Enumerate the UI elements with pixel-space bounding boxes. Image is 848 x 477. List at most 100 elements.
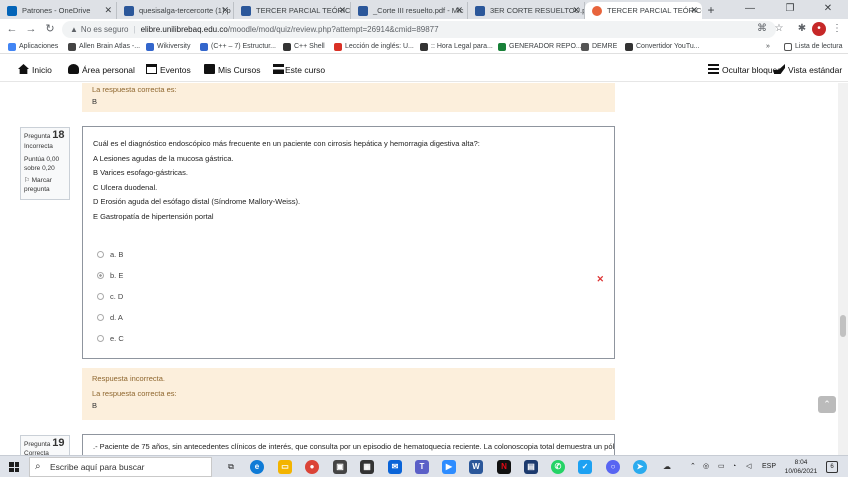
browser-tab-3[interactable]: TERCER PARCIAL TEÓRICO ✕ [234, 2, 351, 19]
telegram-icon[interactable]: ➤ [633, 460, 647, 474]
close-tab-icon[interactable]: ✕ [221, 2, 229, 19]
new-tab-button[interactable]: + [702, 2, 720, 19]
tab-strip: Patrones - OneDrive ✕ quesisalga-tercerco… [0, 0, 848, 19]
wifi-icon[interactable]: ◔ [732, 456, 736, 477]
close-tab-icon[interactable]: ✕ [455, 2, 463, 19]
tab-title: quesisalga-tercercorte (1).p [139, 6, 231, 15]
browser-tab-4[interactable]: _Corte III resuelto.pdf - Mic ✕ [351, 2, 468, 19]
answer-option-c[interactable]: c. D [97, 290, 123, 305]
back-icon[interactable]: ← [4, 21, 20, 37]
bookmark-wikiversity[interactable]: Wikiversity [146, 40, 190, 53]
radio-button[interactable] [97, 314, 104, 321]
answer-option-b-selected[interactable]: b. E [97, 269, 123, 284]
bookmark-cpp-shell[interactable]: C++ Shell [283, 40, 325, 53]
photos-icon[interactable]: ▤ [524, 460, 538, 474]
taskbar-clock[interactable]: 8:04 10/06/2021 [780, 458, 822, 476]
close-tab-icon[interactable]: ✕ [104, 2, 112, 19]
scroll-to-top-button[interactable]: ⌃ [818, 396, 836, 413]
bookmark-ingles[interactable]: Lección de inglés: U... [334, 40, 414, 53]
nav-my-courses[interactable]: Mis Cursos [204, 58, 261, 82]
menu-icon[interactable]: ⋮ [830, 22, 844, 36]
volume-icon[interactable]: ◁ [746, 456, 751, 477]
bookmark-generador[interactable]: GENERADOR REPO... [498, 40, 582, 53]
page-scrollbar[interactable] [838, 83, 848, 455]
nav-personal[interactable]: Área personal [68, 58, 135, 82]
bookmark-cpp[interactable]: (C++ – 7) Estructur... [200, 40, 276, 53]
answer-option-a[interactable]: a. B [97, 248, 123, 263]
language-indicator[interactable]: ESP [762, 456, 776, 477]
battery-icon[interactable]: ▭ [718, 456, 725, 477]
browser-tab-5[interactable]: 3ER CORTE RESUELTOU.pdf ✕ [468, 2, 585, 19]
onedrive-icon [7, 6, 17, 16]
chrome-icon[interactable]: ● [305, 460, 319, 474]
word-icon[interactable]: W [469, 460, 483, 474]
whatsapp-icon[interactable]: ✆ [551, 460, 565, 474]
network-icon[interactable]: ◎ [703, 456, 709, 477]
windows-start-icon[interactable] [9, 462, 19, 472]
nav-home[interactable]: Inicio [18, 58, 52, 82]
translate-icon[interactable]: ⌘ [755, 22, 769, 36]
calculator-icon[interactable]: ▦ [360, 460, 374, 474]
nav-this-course[interactable]: Este curso [273, 58, 325, 82]
close-window-button[interactable]: ✕ [808, 0, 848, 19]
globe-icon [625, 43, 633, 51]
twitter-icon[interactable]: ✓ [578, 460, 592, 474]
browser-tab-6-active[interactable]: TERCER PARCIAL TEÓRICO ✕ [585, 2, 702, 19]
close-tab-icon[interactable]: ✕ [572, 2, 580, 19]
reading-list-button[interactable]: Lista de lectura [784, 40, 842, 53]
bookmark-allen[interactable]: Allen Brain Atlas -... [68, 40, 140, 53]
bookmark-hora-legal[interactable]: :: Hora Legal para... [420, 40, 493, 53]
profile-avatar[interactable]: • [812, 22, 826, 36]
browser-tab-2[interactable]: quesisalga-tercercorte (1).p ✕ [117, 2, 234, 19]
bookmark-label: :: Hora Legal para... [431, 43, 493, 50]
store-icon[interactable]: ▣ [333, 460, 347, 474]
correct-answer-value: B [92, 401, 98, 410]
bookmark-apps[interactable]: Aplicaciones [8, 40, 58, 53]
allen-icon [68, 43, 76, 51]
minimize-button[interactable]: — [730, 0, 770, 19]
bookmark-youtube-converter[interactable]: Convertidor YouTu... [625, 40, 700, 53]
statement-b: B Varices esofago-gástricas. [93, 168, 188, 177]
close-tab-icon[interactable]: ✕ [338, 2, 346, 19]
edge-icon[interactable]: e [250, 460, 264, 474]
file-explorer-icon[interactable]: ▭ [278, 460, 292, 474]
mail-icon[interactable]: ✉ [388, 460, 402, 474]
question-19-info: Pregunta 19 Correcta [20, 435, 70, 455]
bookmark-star-icon[interactable]: ☆ [772, 22, 786, 36]
task-view-icon[interactable]: ⧉ [224, 460, 238, 474]
option-label: d. A [110, 313, 123, 322]
radio-button[interactable] [97, 251, 104, 258]
standard-view-button[interactable]: Vista estándar [774, 58, 842, 82]
answer-option-e[interactable]: e. C [97, 332, 124, 347]
reload-icon[interactable]: ↻ [42, 21, 58, 37]
scrollbar-thumb[interactable] [840, 315, 846, 337]
bookmarks-bar: Aplicaciones Allen Brain Atlas -... Wiki… [0, 40, 848, 54]
question-number: 19 [52, 437, 65, 449]
nav-personal-label: Área personal [82, 65, 135, 75]
bookmark-demre[interactable]: DEMRE [581, 40, 617, 53]
zoom-icon[interactable]: ▶ [442, 460, 456, 474]
bookmarks-more-button[interactable]: » [766, 40, 770, 53]
maximize-button[interactable]: ❐ [770, 0, 810, 19]
nav-events[interactable]: Eventos [146, 58, 191, 82]
taskbar-search-box[interactable]: ⌕ Escribe aquí para buscar [29, 457, 212, 477]
answer-option-d[interactable]: d. A [97, 311, 123, 326]
tray-arrow-icon[interactable]: ⌃ [690, 456, 696, 477]
extensions-icon[interactable]: ✱ [795, 22, 809, 36]
netflix-icon[interactable]: N [497, 460, 511, 474]
flag-question-link[interactable]: ⚐ Marcar pregunta [24, 176, 66, 194]
forward-icon[interactable]: → [23, 21, 39, 37]
hide-blocks-button[interactable]: Ocultar bloques [708, 58, 782, 82]
messenger-icon[interactable]: ○ [606, 460, 620, 474]
clock-time: 8:04 [794, 459, 808, 466]
radio-button[interactable] [97, 293, 104, 300]
notification-center-icon[interactable]: 6 [826, 461, 838, 473]
browser-tab-1[interactable]: Patrones - OneDrive ✕ [0, 2, 117, 19]
close-tab-icon[interactable]: ✕ [690, 2, 698, 19]
teams-icon[interactable]: T [415, 460, 429, 474]
radio-button[interactable] [97, 335, 104, 342]
address-bar[interactable]: ▲ No es seguro | elibre.unilibrebaq.edu.co/… [62, 21, 776, 38]
weather-icon[interactable]: ☁ [660, 460, 674, 474]
question-text: Cuál es el diagnóstico endoscópico más f… [93, 139, 480, 148]
radio-button-checked[interactable] [97, 272, 104, 279]
